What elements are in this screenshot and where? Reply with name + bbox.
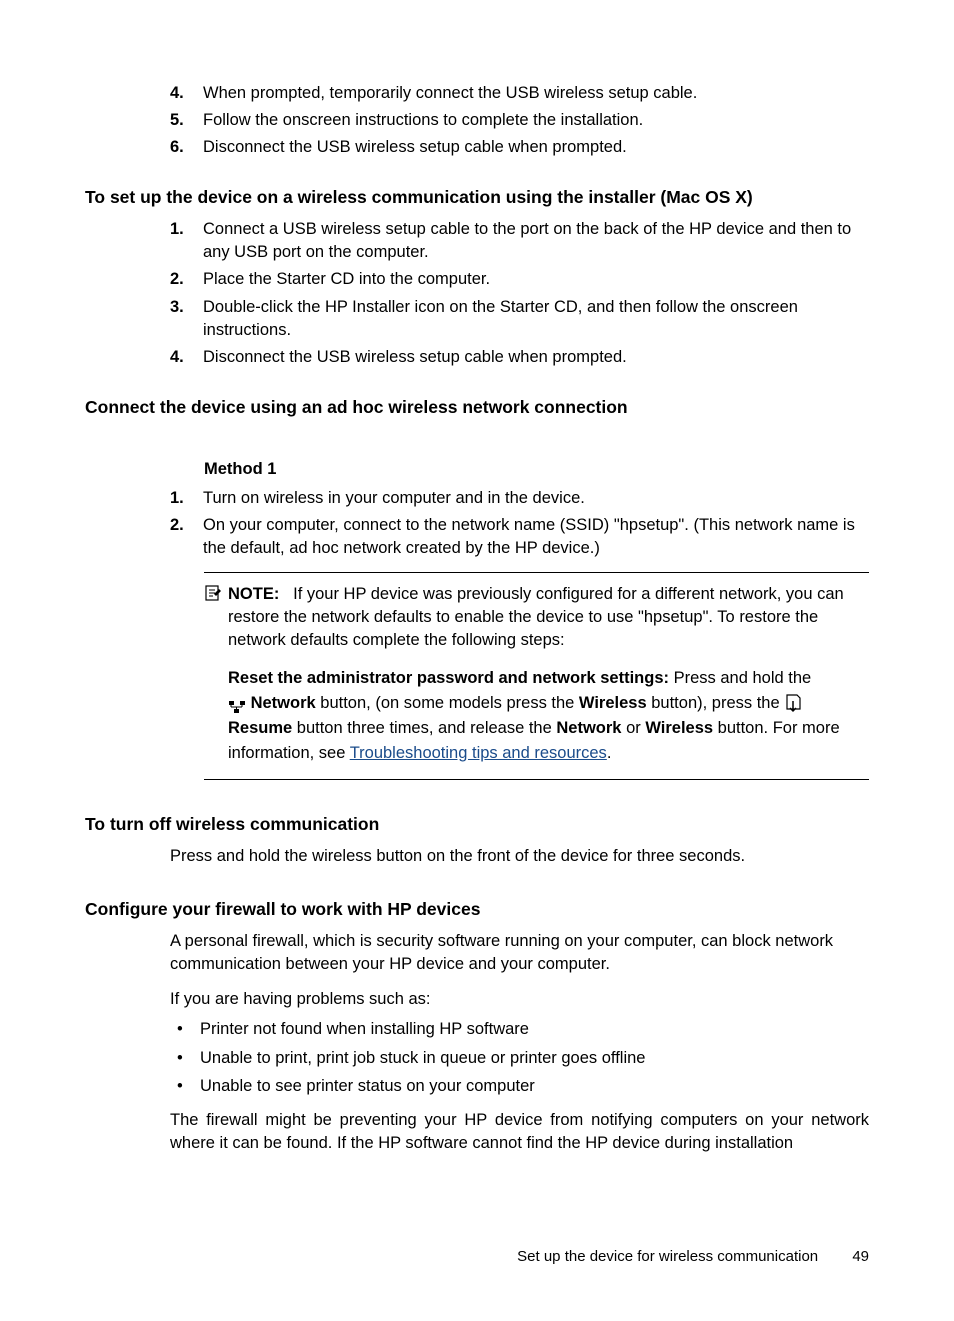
section-heading-firewall: Configure your firewall to work with HP … [85, 899, 869, 920]
list-item: 2. Place the Starter CD into the computer… [170, 268, 869, 291]
step-number: 2. [170, 514, 184, 537]
text2b: button), press the [647, 694, 785, 712]
wireless-label: Wireless [579, 694, 647, 712]
step-number: 5. [170, 109, 184, 132]
note-paragraph-1: NOTE: If your HP device was previously c… [204, 583, 869, 652]
step-text: Double-click the HP Installer icon on th… [203, 298, 798, 339]
step-number: 4. [170, 82, 184, 105]
step-number: 1. [170, 218, 184, 241]
step-number: 6. [170, 136, 184, 159]
list-item: Printer not found when installing HP sof… [170, 1017, 869, 1042]
bullet-text: Unable to print, print job stuck in queu… [200, 1049, 645, 1067]
firewall-body-2: If you are having problems such as: [170, 988, 869, 1011]
note-box: NOTE: If your HP device was previously c… [204, 572, 869, 780]
step-text: Disconnect the USB wireless setup cable … [203, 348, 627, 366]
list-item: 5. Follow the onscreen instructions to co… [170, 109, 869, 132]
list-item: 4. Disconnect the USB wireless setup cabl… [170, 346, 869, 369]
firewall-bullets: Printer not found when installing HP sof… [170, 1017, 869, 1099]
resume-label: Resume [228, 719, 292, 737]
section-heading-adhoc: Connect the device using an ad hoc wirel… [85, 397, 869, 418]
method-label: Method 1 [204, 460, 869, 479]
note-text-1 [284, 585, 293, 603]
text3d: . [607, 744, 612, 762]
step-number: 4. [170, 346, 184, 369]
list-item: 2. On your computer, connect to the netwo… [170, 514, 869, 560]
firewall-body-1: A personal firewall, which is security s… [170, 930, 869, 976]
footer-title: Set up the device for wireless communica… [517, 1248, 818, 1265]
troubleshooting-link[interactable]: Troubleshooting tips and resources [350, 744, 607, 762]
step-number: 1. [170, 487, 184, 510]
footer-page-number: 49 [852, 1248, 869, 1265]
step-number: 3. [170, 296, 184, 319]
note-text-1b: If your HP device was previously configu… [228, 585, 844, 649]
network-icon [228, 697, 246, 711]
document-page: 4. When prompted, temporarily connect the… [0, 0, 954, 1155]
list-item: 6. Disconnect the USB wireless setup cabl… [170, 136, 869, 159]
list-item: 3. Double-click the HP Installer icon on … [170, 296, 869, 342]
step-number: 2. [170, 268, 184, 291]
bullet-text: Printer not found when installing HP sof… [200, 1020, 529, 1038]
text3b: or [621, 719, 645, 737]
reset-text-1b: Press and hold the [674, 669, 812, 687]
note-label: NOTE: [228, 585, 279, 603]
list-item: Unable to see printer status on your com… [170, 1074, 869, 1099]
step-text: Place the Starter CD into the computer. [203, 270, 490, 288]
list-item: Unable to print, print job stuck in queu… [170, 1046, 869, 1071]
reset-label: Reset the administrator password and net… [228, 669, 669, 687]
step-text: When prompted, temporarily connect the U… [203, 84, 697, 102]
steps-list-top: 4. When prompted, temporarily connect the… [170, 82, 869, 159]
network-label: Network [251, 694, 316, 712]
steps-list-adhoc: 1. Turn on wireless in your computer and … [170, 487, 869, 560]
section-heading-turnoff: To turn off wireless communication [85, 814, 869, 835]
step-text: Connect a USB wireless setup cable to th… [203, 220, 851, 261]
step-text: Turn on wireless in your computer and in… [203, 489, 585, 507]
page-footer: Set up the device for wireless communica… [517, 1248, 869, 1265]
steps-list-mac: 1. Connect a USB wireless setup cable to … [170, 218, 869, 369]
step-text: Disconnect the USB wireless setup cable … [203, 138, 627, 156]
wireless-label-2: Wireless [645, 719, 713, 737]
text3a: button three times, and release the [292, 719, 556, 737]
list-item: 4. When prompted, temporarily connect the… [170, 82, 869, 105]
list-item: 1. Connect a USB wireless setup cable to … [170, 218, 869, 264]
turnoff-body: Press and hold the wireless button on th… [170, 845, 869, 868]
step-text: Follow the onscreen instructions to comp… [203, 111, 643, 129]
resume-icon [784, 693, 802, 715]
note-icon [204, 584, 222, 602]
firewall-body-3: The firewall might be preventing your HP… [170, 1109, 869, 1155]
step-text: On your computer, connect to the network… [203, 516, 855, 557]
network-label-2: Network [556, 719, 621, 737]
text2a: button, (on some models press the [316, 694, 579, 712]
section-heading-mac-installer: To set up the device on a wireless commu… [85, 187, 869, 208]
note-paragraph-2: Reset the administrator password and net… [204, 666, 869, 765]
bullet-text: Unable to see printer status on your com… [200, 1077, 535, 1095]
list-item: 1. Turn on wireless in your computer and … [170, 487, 869, 510]
